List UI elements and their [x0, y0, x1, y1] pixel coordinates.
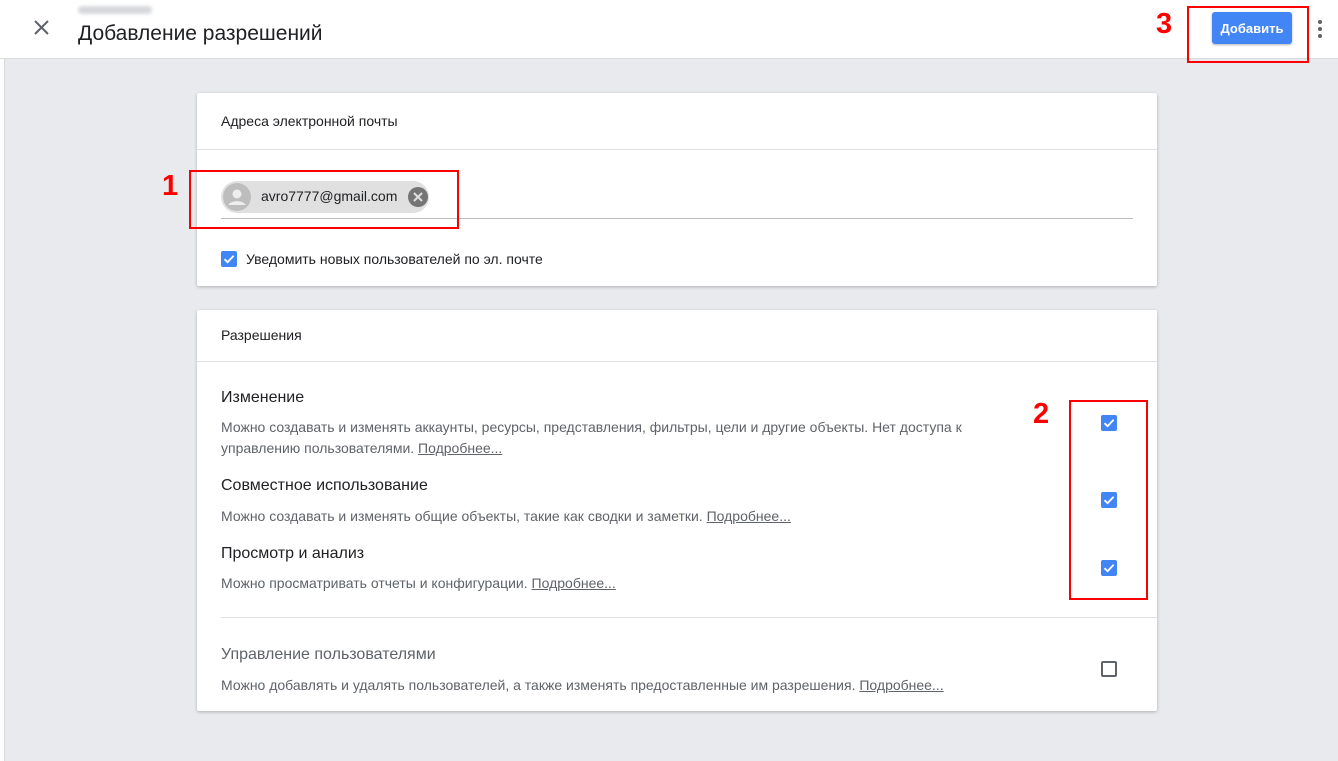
permission-read-analyze-more-link[interactable]: Подробнее... — [532, 575, 616, 591]
more-options-button[interactable] — [1313, 18, 1327, 40]
account-name-blurred — [78, 6, 152, 14]
permission-manage-users-checkbox[interactable] — [1101, 661, 1117, 677]
annotation-box-2 — [1069, 400, 1148, 600]
permission-manage-users-desc-text: Можно добавлять и удалять пользователей,… — [221, 677, 856, 693]
permission-read-analyze-desc-text: Можно просматривать отчеты и конфигураци… — [221, 575, 528, 591]
close-button[interactable] — [28, 14, 56, 42]
permission-manage-users-more-link[interactable]: Подробнее... — [859, 677, 943, 693]
permissions-card-title: Разрешения — [197, 310, 1157, 362]
permission-collaborate-desc-text: Можно создавать и изменять общие объекты… — [221, 508, 703, 524]
annotation-box-1 — [189, 170, 459, 229]
permission-collaborate-desc: Можно создавать и изменять общие объекты… — [221, 506, 981, 527]
notify-label: Уведомить новых пользователей по эл. поч… — [246, 251, 543, 267]
annotation-box-3 — [1187, 6, 1309, 63]
check-icon — [223, 255, 235, 264]
permissions-divider — [221, 617, 1157, 618]
annotation-label-2: 2 — [1033, 398, 1050, 430]
permission-collaborate-title: Совместное использование — [221, 477, 428, 494]
permission-edit-title: Изменение — [221, 389, 305, 406]
permission-edit-more-link[interactable]: Подробнее... — [418, 440, 502, 456]
close-icon — [34, 20, 49, 35]
permission-read-analyze-desc: Можно просматривать отчеты и конфигураци… — [221, 573, 981, 594]
top-bar: Добавление разрешений Добавить — [0, 0, 1338, 59]
email-card-title: Адреса электронной почты — [197, 93, 1157, 150]
permission-manage-users-desc: Можно добавлять и удалять пользователей,… — [221, 675, 1021, 696]
permission-collaborate-more-link[interactable]: Подробнее... — [707, 508, 791, 524]
permissions-card: Разрешения Изменение Можно создавать и и… — [197, 310, 1157, 711]
permission-read-analyze-title: Просмотр и анализ — [221, 545, 365, 562]
annotation-label-1: 1 — [162, 170, 179, 202]
permission-edit-desc: Можно создавать и изменять аккаунты, рес… — [221, 417, 971, 459]
notify-checkbox[interactable] — [221, 251, 237, 267]
more-vert-icon — [1318, 20, 1322, 38]
page-title: Добавление разрешений — [78, 22, 323, 45]
annotation-label-3: 3 — [1156, 8, 1173, 40]
left-edge — [0, 0, 5, 761]
permission-manage-users-title: Управление пользователями — [221, 646, 436, 663]
permission-edit-desc-text: Можно создавать и изменять аккаунты, рес… — [221, 419, 962, 456]
